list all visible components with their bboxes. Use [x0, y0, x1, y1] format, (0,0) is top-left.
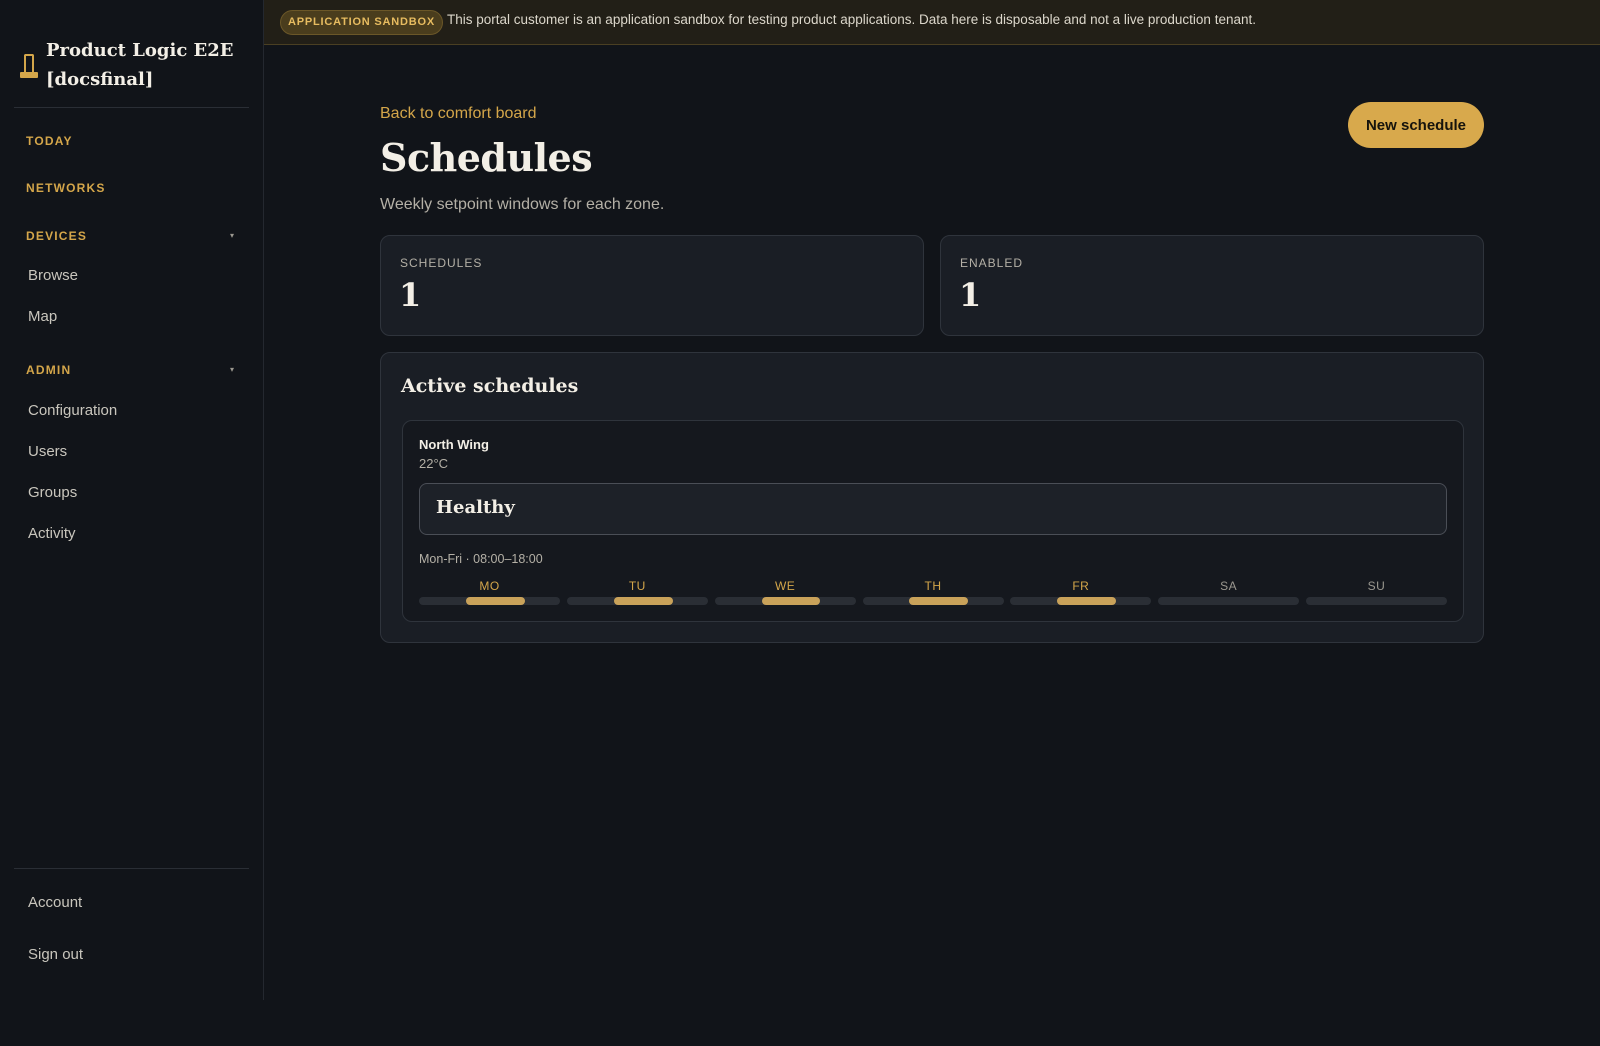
sidebar-divider — [14, 868, 249, 869]
status-text: Healthy — [436, 497, 515, 518]
stat-label: ENABLED — [960, 256, 1024, 270]
day-column-su: SU — [1306, 579, 1447, 609]
day-track — [1158, 597, 1300, 605]
status-box: Healthy — [419, 483, 1447, 535]
pole-icon — [20, 54, 38, 80]
sidebar-item-activity[interactable]: Activity — [28, 525, 76, 542]
chevron-down-icon[interactable]: ▾ — [230, 231, 234, 240]
new-schedule-button[interactable]: New schedule — [1348, 102, 1484, 148]
stat-value: 1 — [399, 276, 422, 314]
day-window-fill — [1057, 597, 1117, 605]
brand[interactable]: Product Logic E2E [docsfinal] — [14, 28, 249, 108]
nav-networks[interactable]: NETWORKS — [26, 181, 106, 195]
day-column-we: WE — [714, 579, 856, 609]
day-label: WE — [774, 579, 796, 593]
day-track — [1010, 597, 1152, 605]
banner-text: This portal customer is an application s… — [447, 12, 1256, 27]
day-track — [862, 597, 1004, 605]
stat-card-enabled: ENABLED 1 — [940, 235, 1484, 336]
day-window-fill — [909, 597, 969, 605]
sidebar-item-browse[interactable]: Browse — [28, 267, 78, 284]
day-label: FR — [1072, 579, 1090, 593]
sandbox-badge: APPLICATION SANDBOX — [280, 10, 444, 35]
panel-title: Active schedules — [401, 375, 579, 397]
week-day-bars: MO TU WE TH FR SA SU — [419, 579, 1447, 609]
sandbox-banner: APPLICATION SANDBOX This portal customer… — [264, 0, 1600, 45]
stat-label: SCHEDULES — [400, 256, 483, 270]
stat-card-schedules: SCHEDULES 1 — [380, 235, 924, 336]
day-track — [714, 597, 856, 605]
active-schedules-panel: Active schedules North Wing 22°C Healthy… — [380, 352, 1484, 643]
day-column-mo: MO — [419, 579, 560, 609]
brand-title: Product Logic E2E [docsfinal] — [46, 40, 234, 90]
nav-today[interactable]: TODAY — [26, 134, 73, 148]
day-label: MO — [479, 579, 500, 593]
sidebar-item-sign-out[interactable]: Sign out — [28, 946, 83, 963]
sidebar-item-users[interactable]: Users — [28, 443, 67, 460]
day-column-tu: TU — [566, 579, 708, 609]
zone-setpoint: 22°C — [419, 456, 449, 471]
schedule-card[interactable]: North Wing 22°C Healthy Mon-Fri · 08:00–… — [402, 420, 1464, 622]
sidebar-item-configuration[interactable]: Configuration — [28, 402, 117, 419]
day-label: SU — [1367, 579, 1386, 593]
day-label: TU — [628, 579, 646, 593]
nav-devices[interactable]: DEVICES — [26, 229, 87, 243]
day-track — [419, 597, 560, 605]
sidebar-item-groups[interactable]: Groups — [28, 484, 77, 501]
day-label: TH — [924, 579, 942, 593]
schedule-window: Mon-Fri · 08:00–18:00 — [419, 552, 543, 566]
sidebar-item-account[interactable]: Account — [28, 894, 82, 911]
day-column-sa: SA — [1158, 579, 1300, 609]
day-window-fill — [761, 597, 821, 605]
zone-name: North Wing — [419, 437, 489, 452]
day-track — [566, 597, 708, 605]
day-window-fill — [613, 597, 673, 605]
sidebar: Product Logic E2E [docsfinal] TODAY NETW… — [0, 0, 264, 1000]
day-track — [1306, 597, 1447, 605]
page-subtitle: Weekly setpoint windows for each zone. — [380, 196, 665, 213]
day-column-fr: FR — [1010, 579, 1152, 609]
sidebar-item-map[interactable]: Map — [28, 308, 57, 325]
stat-value: 1 — [959, 276, 982, 314]
day-window-fill — [465, 597, 525, 605]
day-column-th: TH — [862, 579, 1004, 609]
back-link[interactable]: Back to comfort board — [380, 105, 537, 123]
chevron-down-icon[interactable]: ▾ — [230, 365, 234, 374]
day-label: SA — [1220, 579, 1238, 593]
nav-admin[interactable]: ADMIN — [26, 363, 71, 377]
page-title: Schedules — [380, 135, 593, 180]
